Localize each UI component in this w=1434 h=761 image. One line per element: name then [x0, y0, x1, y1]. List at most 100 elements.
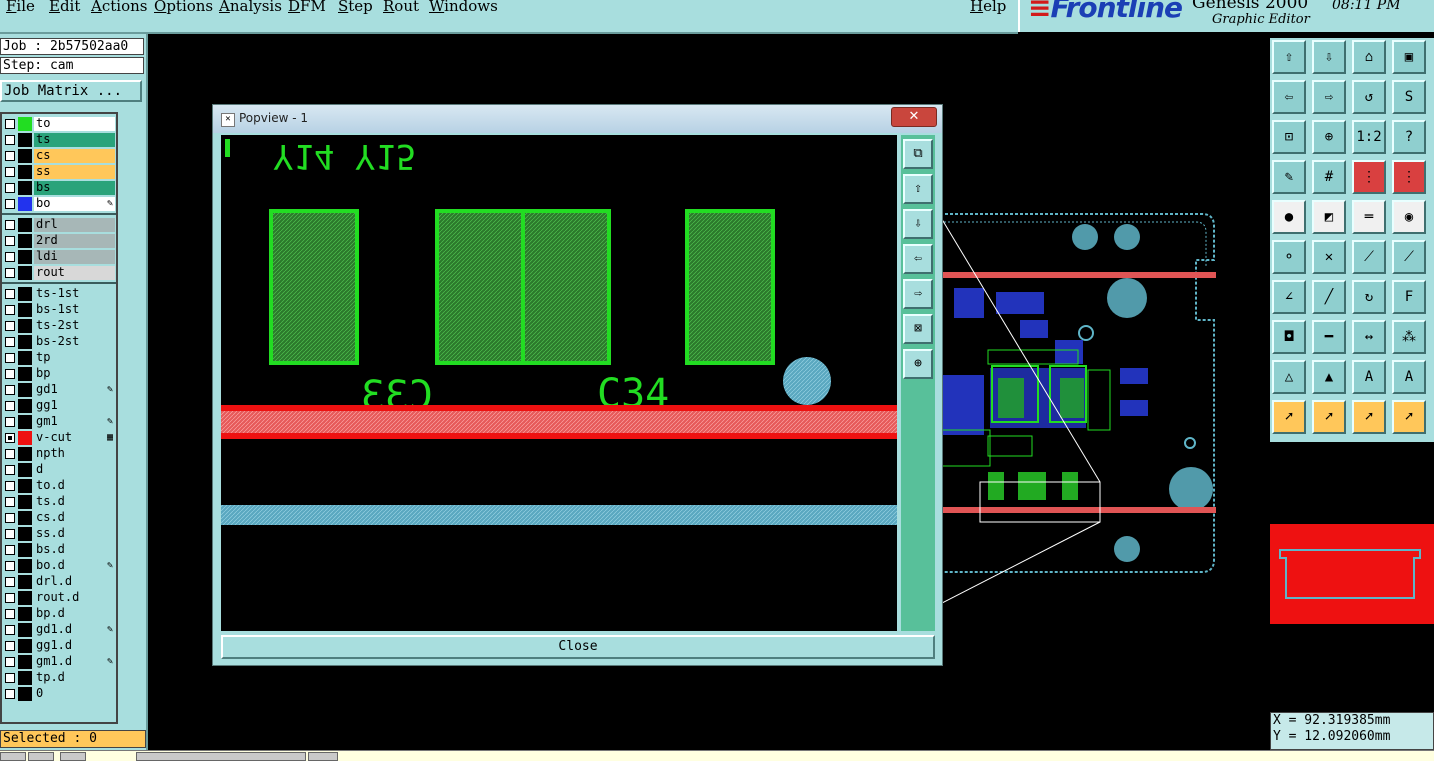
layer-name[interactable]: ts	[34, 133, 115, 147]
connect-icon[interactable]: ⚬	[1272, 240, 1306, 274]
layer-name[interactable]: ss	[34, 165, 115, 179]
layer-row[interactable]: gd1 ✎	[2, 382, 116, 398]
layer-name[interactable]: tp	[34, 351, 115, 365]
window-close-button[interactable]: ✕	[891, 107, 937, 127]
layer-row[interactable]: gm1.d ✎	[2, 654, 116, 670]
line-add-icon[interactable]: ━	[1312, 320, 1346, 354]
move-left-icon[interactable]: ⇦	[1272, 80, 1306, 114]
layer-color-swatch[interactable]	[18, 559, 32, 573]
layer-row[interactable]: cs.d	[2, 510, 116, 526]
layer-name[interactable]: gg1	[34, 399, 115, 413]
cross-icon[interactable]: ✕	[1312, 240, 1346, 274]
arrow-left-icon[interactable]: ⇦	[903, 244, 933, 274]
arrow-right-icon[interactable]: ⇨	[903, 279, 933, 309]
layer-name[interactable]: ts-2st	[34, 319, 115, 333]
layer-checkbox[interactable]	[5, 268, 15, 278]
layer-name[interactable]: npth	[34, 447, 115, 461]
feature-select-icon[interactable]: ◩	[1312, 200, 1346, 234]
layer-checkbox[interactable]	[5, 529, 15, 539]
layer-checkbox[interactable]	[5, 577, 15, 587]
triangle-a-icon[interactable]: A	[1352, 360, 1386, 394]
layer-checkbox[interactable]	[5, 449, 15, 459]
line-red-icon[interactable]: ⟋	[1352, 240, 1386, 274]
layer-name[interactable]: cs	[34, 149, 115, 163]
layer-row[interactable]: gg1	[2, 398, 116, 414]
pen-icon[interactable]: ✎	[1272, 160, 1306, 194]
layer-name[interactable]: gd1	[34, 383, 115, 397]
zoom-window-icon[interactable]: ⧉	[903, 139, 933, 169]
layer-checkbox[interactable]	[5, 689, 15, 699]
layer-checkbox[interactable]	[5, 545, 15, 555]
zoom-fit-icon[interactable]: ⊡	[1272, 120, 1306, 154]
pointer-red-icon[interactable]: ➚	[1312, 400, 1346, 434]
layer-checkbox[interactable]	[5, 385, 15, 395]
layer-row[interactable]: 0	[2, 686, 116, 702]
layer-checkbox[interactable]	[5, 641, 15, 651]
layer-name[interactable]: v-cut	[34, 431, 115, 445]
layer-checkbox[interactable]	[5, 199, 15, 209]
popview-titlebar[interactable]: ✕ Popview - 1 ✕	[213, 105, 942, 133]
layer-checkbox[interactable]	[5, 353, 15, 363]
layer-color-swatch[interactable]	[18, 383, 32, 397]
layer-checkbox[interactable]	[5, 657, 15, 667]
layer-row[interactable]: bo ✎	[2, 196, 116, 212]
layer-name[interactable]: ss.d	[34, 527, 115, 541]
pointer-net-icon[interactable]: ➚	[1392, 400, 1426, 434]
layer-checkbox[interactable]	[5, 119, 15, 129]
layer-name[interactable]: gg1.d	[34, 639, 115, 653]
layer-name[interactable]: bo.d	[34, 559, 115, 573]
rotate-icon[interactable]: ↻	[1352, 280, 1386, 314]
layer-row[interactable]: gg1.d	[2, 638, 116, 654]
layer-color-swatch[interactable]	[18, 671, 32, 685]
layer-name[interactable]: to.d	[34, 479, 115, 493]
layer-color-swatch[interactable]	[18, 367, 32, 381]
layer-name[interactable]: bo	[34, 197, 115, 211]
pad-select-icon[interactable]: ●	[1272, 200, 1306, 234]
pointer-box-icon[interactable]: ➚	[1352, 400, 1386, 434]
menu-analysis[interactable]: Analysis	[219, 0, 282, 15]
layer-color-swatch[interactable]	[18, 319, 32, 333]
layer-name[interactable]: 0	[34, 687, 115, 701]
layer-row[interactable]: drl.d	[2, 574, 116, 590]
layer-color-swatch[interactable]	[18, 511, 32, 525]
redraw-icon[interactable]: ↺	[1352, 80, 1386, 114]
layer-name[interactable]: cs.d	[34, 511, 115, 525]
layer-row[interactable]: to.d	[2, 478, 116, 494]
layer-checkbox[interactable]	[5, 609, 15, 619]
center-icon[interactable]: ⊕	[903, 349, 933, 379]
layer-checkbox[interactable]	[5, 513, 15, 523]
board-canvas[interactable]	[940, 200, 1270, 610]
layer-row[interactable]: tp	[2, 350, 116, 366]
layer-color-swatch[interactable]	[18, 117, 32, 131]
layer-checkbox[interactable]	[5, 135, 15, 145]
layer-color-swatch[interactable]	[18, 287, 32, 301]
layer-color-swatch[interactable]	[18, 495, 32, 509]
layer-color-swatch[interactable]	[18, 303, 32, 317]
layer-checkbox[interactable]	[5, 289, 15, 299]
layer-name[interactable]: ts-1st	[34, 287, 115, 301]
help-icon[interactable]: ?	[1392, 120, 1426, 154]
layer-row[interactable]: cs	[2, 148, 116, 164]
layer-name[interactable]: bp	[34, 367, 115, 381]
layer-color-swatch[interactable]	[18, 266, 32, 280]
layer-checkbox[interactable]	[5, 673, 15, 683]
layer-name[interactable]: rout.d	[34, 591, 115, 605]
layer-checkbox[interactable]	[5, 151, 15, 161]
layer-color-swatch[interactable]	[18, 351, 32, 365]
layer-name[interactable]: tp.d	[34, 671, 115, 685]
layer-color-swatch[interactable]	[18, 479, 32, 493]
layer-row[interactable]: bo.d ✎	[2, 558, 116, 574]
home-icon[interactable]: ⌂	[1352, 40, 1386, 74]
layer-checkbox[interactable]	[5, 401, 15, 411]
layer-row[interactable]: 2rd	[2, 233, 116, 249]
circle-select-icon[interactable]: ◉	[1392, 200, 1426, 234]
grid-icon[interactable]: #	[1312, 160, 1346, 194]
arrow-down-icon[interactable]: ⇩	[903, 209, 933, 239]
layer-name[interactable]: bs.d	[34, 543, 115, 557]
layer-color-swatch[interactable]	[18, 399, 32, 413]
menu-options[interactable]: Options	[154, 0, 213, 15]
layer-color-swatch[interactable]	[18, 218, 32, 232]
layer-checkbox[interactable]	[5, 625, 15, 635]
move-right-icon[interactable]: ⇨	[1312, 80, 1346, 114]
menu-step[interactable]: Step	[338, 0, 373, 15]
